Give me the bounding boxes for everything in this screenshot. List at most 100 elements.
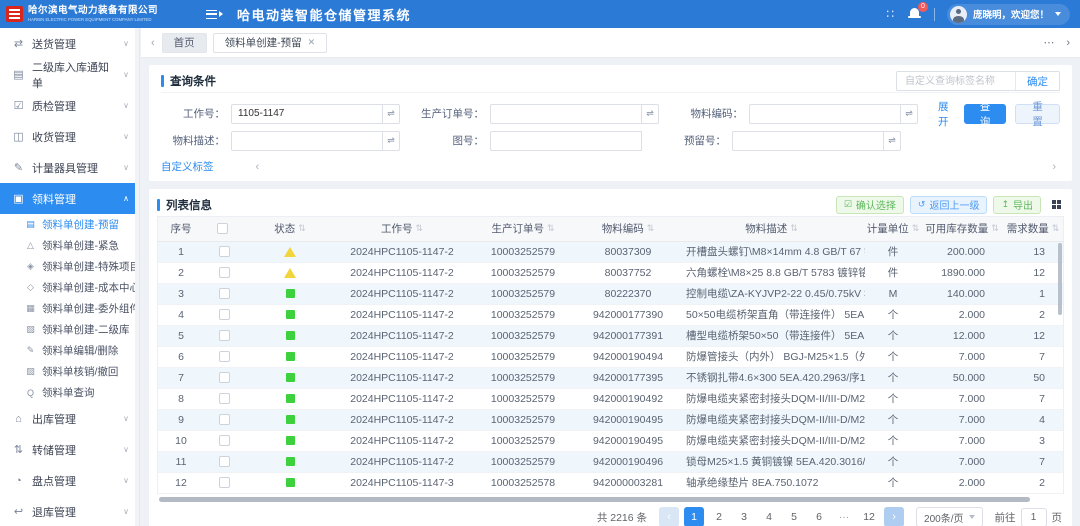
export-button[interactable]: ↥ 导出 [993,196,1041,214]
field-input[interactable] [490,131,642,151]
tabs-scroll-right-icon[interactable]: › [1066,37,1070,49]
table-row[interactable]: 3 2024HPC1105-1147-2 10003252579 8022237… [158,283,1063,304]
sidebar-scrollbar[interactable] [135,28,139,526]
row-checkbox[interactable] [219,351,230,362]
reset-button[interactable]: 重置 [1015,104,1060,124]
row-checkbox[interactable] [219,288,230,299]
notification-bell-icon[interactable]: 0 [908,7,922,21]
tabs-more-icon[interactable]: ⋯ [1043,36,1054,49]
sidebar-sub-item[interactable]: ✎ 领料单编辑/删除 [0,340,139,361]
page-number[interactable]: ··· [834,507,854,526]
custom-tag-name-input[interactable] [897,72,1015,90]
table-row[interactable]: 8 2024HPC1105-1147-2 10003252579 9420001… [158,388,1063,409]
column-settings-icon[interactable] [1052,200,1061,209]
row-checkbox[interactable] [219,330,230,341]
fullscreen-icon[interactable]: ∷ [886,7,896,21]
tags-scroll-right-icon[interactable]: › [1052,161,1056,173]
field-input[interactable] [231,131,383,151]
page-size-select[interactable]: 200条/页 [916,507,982,526]
row-checkbox[interactable] [219,393,230,404]
page-number[interactable]: 5 [784,507,804,526]
page-number[interactable]: 3 [734,507,754,526]
tab-close-icon[interactable]: ✕ [308,37,316,48]
row-checkbox[interactable] [219,246,230,257]
table-row[interactable]: 4 2024HPC1105-1147-2 10003252579 9420001… [158,304,1063,325]
custom-tag-link[interactable]: 自定义标签 [161,159,214,174]
row-checkbox[interactable] [219,414,230,425]
sort-icon[interactable]: ⇅ [991,223,999,234]
sort-icon[interactable]: ⇅ [415,223,423,234]
sidebar-group[interactable]: ↩ 退库管理 ∨ [0,496,139,526]
column-header[interactable]: 物料编码 ⇅ [578,217,678,241]
sidebar-sub-item[interactable]: Q 领料单查询 [0,382,139,403]
table-row[interactable]: 2 2024HPC1105-1147-2 10003252579 8003775… [158,262,1063,283]
row-checkbox[interactable] [219,267,230,278]
row-checkbox[interactable] [219,456,230,467]
sidebar-sub-item[interactable]: ▧ 领料单创建-二级库 [0,319,139,340]
field-input[interactable] [749,104,901,124]
goto-page-input[interactable] [1021,508,1047,526]
sidebar-group-material-requisition[interactable]: ▣ 领料管理 ∧ [0,183,139,214]
row-checkbox[interactable] [219,372,230,383]
sort-icon[interactable]: ⇅ [298,223,306,234]
filter-icon[interactable]: ⇌ [901,104,918,124]
page-number[interactable]: 2 [709,507,729,526]
column-header[interactable]: 物料描述 ⇅ [678,217,865,241]
prev-page-button[interactable]: ‹ [659,507,679,526]
row-checkbox[interactable] [219,435,230,446]
column-header[interactable]: 工作号 ⇅ [336,217,468,241]
filter-icon[interactable]: ⇌ [642,104,659,124]
select-all-checkbox[interactable] [217,223,228,234]
table-row[interactable]: 7 2024HPC1105-1147-2 10003252579 9420001… [158,367,1063,388]
sidebar-sub-item[interactable]: ◈ 领料单创建-特殊项目 [0,256,139,277]
sidebar-group[interactable]: ◔ 盘点管理 ∨ [0,465,139,496]
column-header[interactable]: 生产订单号 ⇅ [468,217,578,241]
row-checkbox[interactable] [219,477,230,488]
sidebar-group[interactable]: ▤ 二级库入库通知单 ∨ [0,59,139,90]
page-tab[interactable]: 领料单创建-预留 ✕ [213,33,328,53]
table-row[interactable]: 10 2024HPC1105-1147-2 10003252579 942000… [158,430,1063,451]
back-up-level-button[interactable]: ↺ 返回上一级 [910,196,988,214]
sidebar-sub-item[interactable]: ▤ 领料单创建-预留 [0,214,139,235]
page-number[interactable]: 4 [759,507,779,526]
sidebar-sub-item[interactable]: ▦ 领料单创建-委外组件 [0,298,139,319]
table-row[interactable]: 1 2024HPC1105-1147-2 10003252579 8003730… [158,241,1063,262]
next-page-button[interactable]: › [884,507,904,526]
sidebar-sub-item[interactable]: △ 领料单创建-紧急 [0,235,139,256]
search-button[interactable]: 查询 [964,104,1007,124]
horizontal-scrollbar[interactable] [159,497,1030,502]
field-input[interactable] [231,104,383,124]
sort-icon[interactable]: ⇅ [647,223,655,234]
expand-link[interactable]: 展开 [938,99,955,129]
column-header[interactable]: ⇅ [204,217,244,241]
sort-icon[interactable]: ⇅ [547,223,555,234]
tag-confirm-button[interactable]: 确定 [1015,72,1059,90]
sort-icon[interactable]: ⇅ [1052,223,1060,234]
table-row[interactable]: 11 2024HPC1105-1147-2 10003252579 942000… [158,451,1063,472]
sidebar-sub-item[interactable]: ◇ 领料单创建-成本中心 [0,277,139,298]
sidebar-group[interactable]: ⌂ 出库管理 ∨ [0,403,139,434]
sidebar-group[interactable]: ⇄ 送货管理 ∨ [0,28,139,59]
filter-icon[interactable]: ⇌ [383,131,400,151]
column-header[interactable]: 状态 ⇅ [244,217,336,241]
page-number[interactable]: 12 [859,507,879,526]
sort-icon[interactable]: ⇅ [790,223,798,234]
page-number[interactable]: 1 [684,507,704,526]
tabs-scroll-left-icon[interactable]: ‹ [151,37,155,49]
column-header[interactable]: 序号 ⇅ [158,217,204,241]
table-row[interactable]: 5 2024HPC1105-1147-2 10003252579 9420001… [158,325,1063,346]
user-menu[interactable]: 庞晓明，欢迎您！ [947,4,1070,25]
page-number[interactable]: 6 [809,507,829,526]
table-row[interactable]: 9 2024HPC1105-1147-2 10003252579 9420001… [158,409,1063,430]
tags-scroll-left-icon[interactable]: ‹ [256,161,260,173]
column-header[interactable]: 计量单位 ⇅ [865,217,921,241]
filter-icon[interactable]: ⇌ [884,131,901,151]
sidebar-collapse-icon[interactable] [206,10,223,19]
sidebar-sub-item[interactable]: ▨ 领料单核销/撤回 [0,361,139,382]
vertical-scrollbar[interactable] [1058,243,1062,315]
column-header[interactable]: 可用库存数量 ⇅ [921,217,1003,241]
table-row[interactable]: 12 2024HPC1105-1147-3 10003252578 942000… [158,472,1063,493]
sort-icon[interactable]: ⇅ [912,223,920,234]
sidebar-group[interactable]: ◫ 收货管理 ∨ [0,121,139,152]
field-input[interactable] [490,104,642,124]
